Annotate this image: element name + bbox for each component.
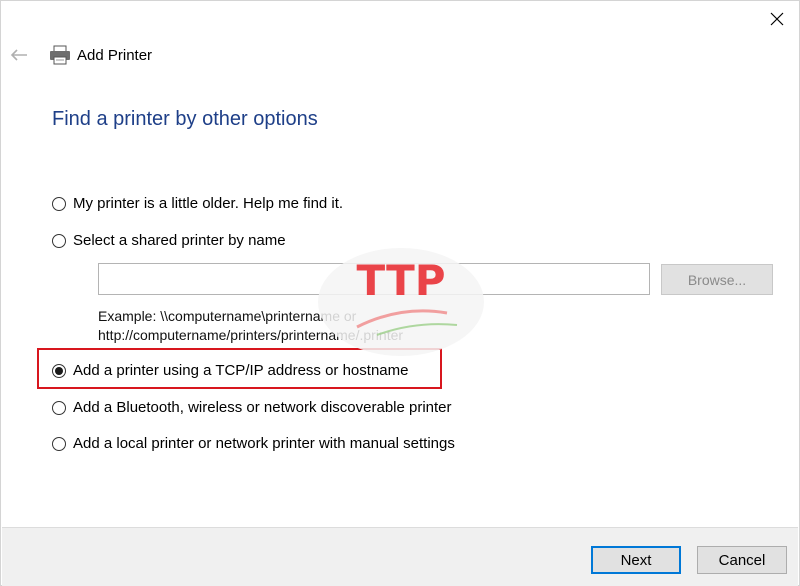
browse-button[interactable]: Browse... bbox=[661, 264, 773, 295]
option-label: Add a local printer or network printer w… bbox=[73, 435, 455, 452]
printer-icon bbox=[50, 45, 70, 65]
next-button[interactable]: Next bbox=[591, 546, 681, 574]
shared-printer-input[interactable] bbox=[98, 263, 650, 295]
example-line: Example: \\computername\printername or bbox=[98, 308, 357, 324]
option-local-printer[interactable]: Add a local printer or network printer w… bbox=[52, 435, 455, 452]
example-text: Example: \\computername\printername or h… bbox=[98, 307, 403, 345]
option-label: Add a Bluetooth, wireless or network dis… bbox=[73, 399, 452, 416]
close-icon bbox=[770, 12, 784, 26]
close-button[interactable] bbox=[761, 5, 793, 33]
radio-button[interactable] bbox=[52, 400, 66, 415]
option-older-printer[interactable]: My printer is a little older. Help me fi… bbox=[52, 195, 343, 212]
window-title: Add Printer bbox=[77, 47, 153, 64]
option-bluetooth-printer[interactable]: Add a Bluetooth, wireless or network dis… bbox=[52, 399, 452, 416]
radio-button[interactable] bbox=[52, 436, 66, 451]
highlight-box bbox=[37, 348, 442, 389]
example-line: http://computername/printers/printername… bbox=[98, 327, 404, 343]
back-arrow-icon bbox=[10, 49, 27, 61]
option-label: My printer is a little older. Help me fi… bbox=[73, 195, 344, 212]
page-heading: Find a printer by other options bbox=[52, 108, 318, 130]
back-button[interactable] bbox=[7, 43, 31, 67]
content-area bbox=[2, 79, 798, 527]
cancel-button[interactable]: Cancel bbox=[697, 546, 787, 574]
radio-button[interactable] bbox=[52, 196, 66, 211]
radio-button[interactable] bbox=[52, 233, 66, 248]
option-label: Select a shared printer by name bbox=[73, 232, 286, 249]
option-shared-printer[interactable]: Select a shared printer by name bbox=[52, 232, 286, 249]
add-printer-window: Add Printer Find a printer by other opti… bbox=[0, 0, 800, 586]
